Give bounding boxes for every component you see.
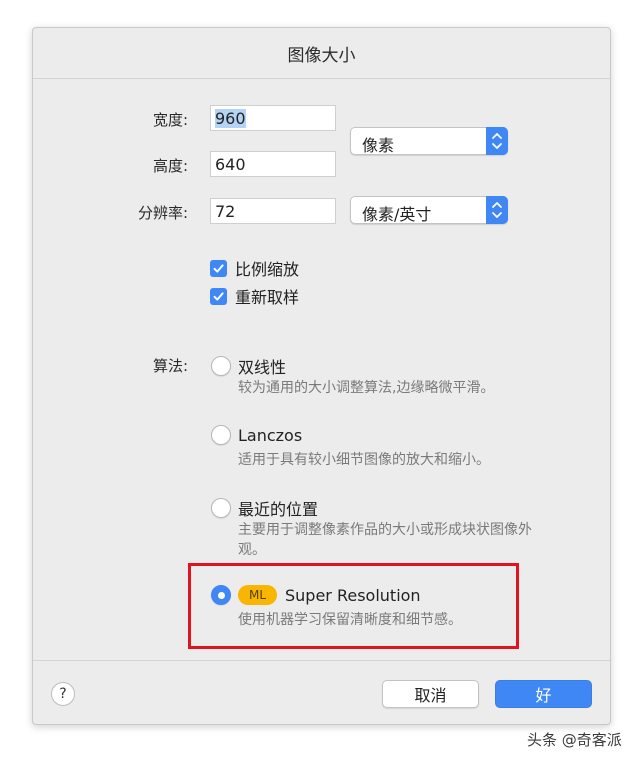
updown-arrows-icon	[486, 127, 508, 155]
algorithm-option-lanczos[interactable]: Lanczos	[211, 425, 302, 445]
height-field[interactable]: 640	[210, 151, 336, 177]
resolution-unit-popup[interactable]: 像素/英寸	[350, 196, 508, 224]
algorithm-description: 适用于具有较小细节图像的放大和缩小。	[238, 452, 490, 468]
algorithm-option-bilinear[interactable]: 双线性	[211, 354, 286, 378]
size-unit-popup[interactable]: 像素	[350, 127, 508, 155]
width-field[interactable]: 960	[210, 105, 336, 131]
radio-button[interactable]	[211, 356, 231, 376]
help-button[interactable]: ?	[51, 682, 75, 706]
checkmark-icon	[210, 259, 227, 277]
watermark: 头条 @奇客派	[527, 731, 622, 749]
scale-proportionally-checkbox[interactable]: 比例缩放	[210, 256, 299, 280]
algorithm-option-nearest-neighbor[interactable]: 最近的位置	[211, 496, 318, 520]
height-label: 高度:	[152, 157, 188, 175]
resample-checkbox[interactable]: 重新取样	[210, 284, 299, 308]
dialog-title: 图像大小	[33, 28, 610, 79]
algorithm-label: 算法:	[152, 357, 188, 375]
size-unit-value: 像素	[362, 136, 395, 155]
resolution-unit-value: 像素/英寸	[362, 205, 432, 224]
highlight-box	[188, 563, 519, 649]
resolution-label: 分辨率:	[137, 204, 188, 222]
resample-label: 重新取样	[235, 288, 300, 307]
algorithm-option-label: 双线性	[238, 358, 287, 377]
resolution-field[interactable]: 72	[210, 198, 336, 224]
checkmark-icon	[210, 287, 227, 305]
cancel-button[interactable]: 取消	[382, 680, 479, 708]
ok-button[interactable]: 好	[495, 680, 592, 708]
width-value: 960	[215, 109, 246, 128]
scale-proportionally-label: 比例缩放	[235, 260, 300, 279]
radio-button[interactable]	[211, 498, 231, 518]
width-label: 宽度:	[152, 111, 188, 129]
algorithm-option-label: Lanczos	[238, 425, 303, 445]
footer-divider	[33, 660, 610, 661]
algorithm-description: 较为通用的大小调整算法,边缘略微平滑。	[238, 380, 495, 396]
radio-button[interactable]	[211, 425, 231, 445]
image-size-dialog: 图像大小 宽度: 960 高度: 640 像素 分辨率: 72 像素/英寸 比例…	[32, 27, 611, 725]
updown-arrows-icon	[486, 196, 508, 224]
algorithm-option-label: 最近的位置	[238, 500, 319, 519]
algorithm-description: 主要用于调整像素作品的大小或形成块状图像外观。	[238, 522, 532, 558]
